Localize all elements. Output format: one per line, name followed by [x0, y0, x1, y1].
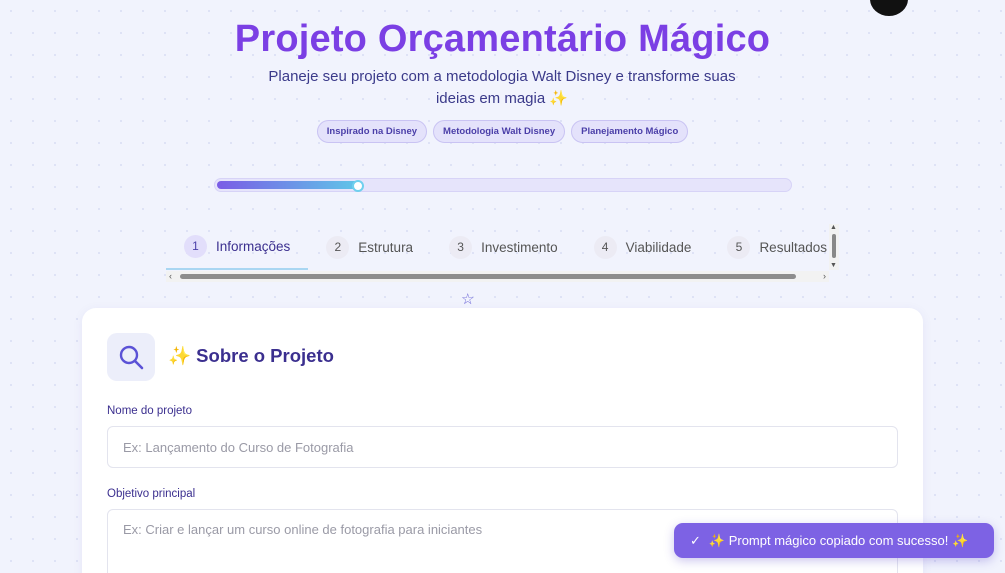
tab-resultados[interactable]: 5 Resultados: [709, 224, 839, 270]
horizontal-scroll-thumb[interactable]: [180, 274, 796, 279]
card-title: ✨ Sobre o Projeto: [168, 345, 334, 366]
tab-label: Estrutura: [358, 239, 414, 255]
toast-message: ✨ Prompt mágico copiado com sucesso! ✨: [708, 532, 969, 548]
scroll-down-icon[interactable]: ▼: [830, 262, 837, 270]
tab-number: 2: [326, 235, 350, 259]
tab-number: 3: [449, 235, 473, 259]
check-icon: ✓: [690, 532, 701, 548]
page-title: Projeto Orçamentário Mágico: [234, 18, 771, 60]
tab-investimento[interactable]: 3 Investimento: [431, 224, 576, 270]
badge-disney: Inspirado na Disney: [316, 120, 428, 143]
step-tabs: 1 Informações 2 Estrutura 3 Investimento…: [166, 224, 839, 270]
objective-label: Objetivo principal: [107, 488, 196, 500]
vertical-scrollbar[interactable]: ▲ ▼: [829, 224, 839, 270]
tab-number: 5: [727, 235, 751, 259]
badge-planning: Planejamento Mágico: [571, 120, 689, 143]
badge-methodology: Metodologia Walt Disney: [433, 120, 566, 143]
tab-label: Investimento: [481, 239, 558, 255]
progress-fill: [217, 181, 360, 189]
scroll-up-icon[interactable]: ▲: [830, 224, 837, 232]
tab-label: Resultados: [759, 239, 827, 255]
tab-number: 4: [593, 235, 617, 259]
scroll-right-icon[interactable]: ›: [823, 271, 826, 282]
star-icon: ☆: [461, 291, 475, 308]
tab-informacoes[interactable]: 1 Informações: [166, 224, 309, 270]
badge-list: Inspirado na Disney Metodologia Walt Dis…: [0, 120, 1005, 143]
tab-viabilidade[interactable]: 4 Viabilidade: [576, 224, 710, 270]
tabs-scroll-container[interactable]: 1 Informações 2 Estrutura 3 Investimento…: [166, 224, 839, 284]
project-name-label: Nome do projeto: [107, 405, 193, 417]
page-subtitle: Planeje seu projeto com a metodologia Wa…: [268, 68, 736, 107]
corner-avatar[interactable]: [870, 0, 908, 16]
progress-bar: [214, 178, 792, 192]
tab-estrutura[interactable]: 2 Estrutura: [308, 224, 431, 270]
horizontal-scrollbar[interactable]: ‹ ›: [166, 271, 829, 282]
scroll-left-icon[interactable]: ‹: [169, 271, 172, 282]
search-icon: [107, 333, 155, 381]
tab-label: Viabilidade: [625, 239, 692, 255]
success-toast: ✓ ✨ Prompt mágico copiado com sucesso! ✨: [674, 523, 994, 558]
tab-number: 1: [184, 234, 207, 258]
project-name-input[interactable]: [107, 426, 898, 468]
vertical-scroll-thumb[interactable]: [832, 234, 836, 258]
progress-knob: [352, 180, 364, 192]
tab-label: Informações: [216, 238, 291, 254]
